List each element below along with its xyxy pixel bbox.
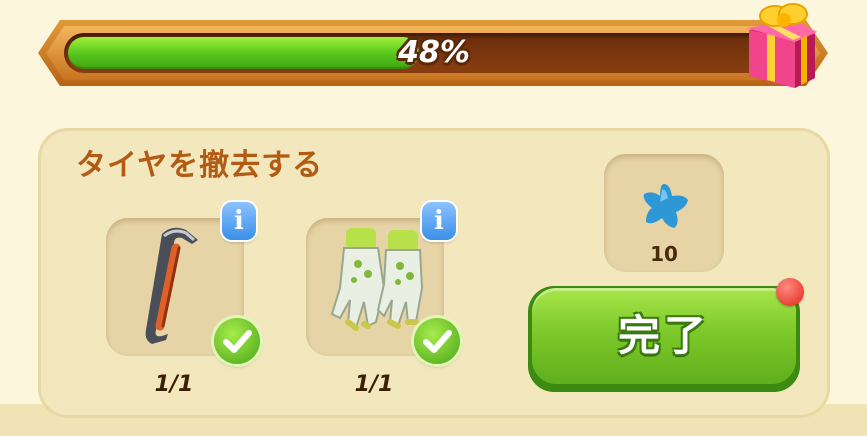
progress-percentage: 48% — [398, 35, 470, 70]
complete-button-label[interactable]: 完了 — [532, 300, 796, 372]
checkmark-icon — [414, 318, 460, 364]
item-count: 1/1 — [354, 372, 394, 397]
checkmark-icon — [214, 318, 260, 364]
reward-count: 10 — [650, 242, 678, 266]
notification-dot — [776, 278, 804, 306]
gift-box-icon[interactable] — [735, 0, 825, 88]
item-count: 1/1 — [154, 372, 194, 397]
item-info-button[interactable]: i — [222, 202, 256, 240]
item-info-button[interactable]: i — [422, 202, 456, 240]
task-title: タイヤを撤去する — [76, 148, 324, 183]
